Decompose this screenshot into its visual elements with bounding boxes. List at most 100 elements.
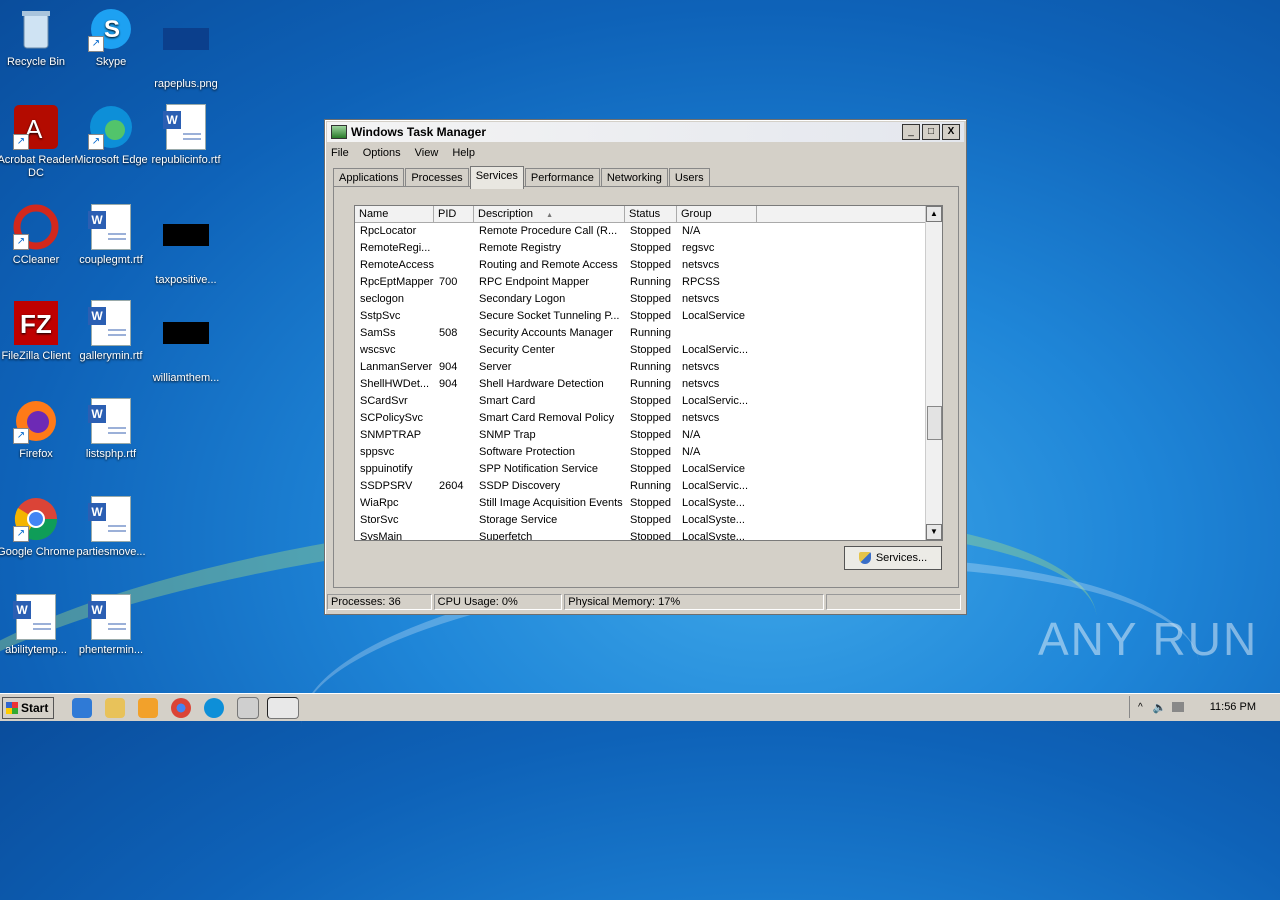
desktop-icon-listsphp[interactable]: W listsphp.rtf [72, 398, 150, 461]
menu-bar: File Options View Help [325, 144, 966, 162]
table-cell: SPP Notification Service [479, 463, 599, 475]
scroll-thumb[interactable] [927, 406, 942, 440]
desktop-icon-rapeplus[interactable]: rapeplus.png [147, 6, 225, 91]
table-row[interactable]: SSDPSRV 2604 SSDP Discovery Running LocalSer… [355, 478, 942, 495]
table-cell: Running [630, 361, 671, 373]
table-row[interactable]: SNMPTRAP SNMP Trap Stopped N/A [355, 427, 942, 444]
menu-view[interactable]: View [415, 147, 439, 159]
desktop-icon-firefox[interactable]: ↗ Firefox [0, 398, 75, 461]
shortcut-arrow-icon: ↗ [13, 428, 29, 444]
clock[interactable]: 11:56 PM [1210, 701, 1256, 713]
maximize-button[interactable]: □ [922, 124, 940, 140]
desktop-icon-acrobat[interactable]: A ↗ Acrobat Reader DC [0, 104, 75, 180]
vertical-scrollbar[interactable]: ▲ ▼ [925, 206, 942, 540]
table-cell [434, 308, 474, 325]
desktop-icon-chrome[interactable]: ↗ Google Chrome [0, 496, 75, 559]
table-cell [434, 410, 474, 427]
desktop-icon-label: partiesmove... [76, 546, 146, 558]
tab-processes[interactable]: Processes [405, 168, 469, 188]
show-hidden-icons-icon[interactable]: ^ [1138, 702, 1143, 713]
table-row[interactable]: LanmanServer 904 Server Running netsvcs [355, 359, 942, 376]
table-row[interactable]: sppuinotify SPP Notification Service Stopp… [355, 461, 942, 478]
table-row[interactable]: sppsvc Software Protection Stopped N/A [355, 444, 942, 461]
desktop-icon-republicinfo[interactable]: W republicinfo.rtf [147, 104, 225, 167]
desktop-icon-taxpositive[interactable]: taxpositive... [147, 204, 225, 287]
table-cell: Stopped [630, 514, 671, 526]
volume-icon[interactable]: 🔈 [1153, 701, 1167, 714]
table-row[interactable]: RemoteAccess Routing and Remote Access Sto… [355, 257, 942, 274]
column-header-pid[interactable]: PID [434, 206, 474, 222]
table-row[interactable]: seclogon Secondary Logon Stopped netsvcs [355, 291, 942, 308]
ccleaner-icon: ↗ [13, 204, 59, 250]
status-processes: Processes: 36 [327, 594, 432, 610]
tab-users[interactable]: Users [668, 168, 710, 188]
desktop-icon-skype[interactable]: S ↗ Skype [72, 6, 150, 69]
shortcut-arrow-icon: ↗ [13, 234, 29, 250]
table-cell [434, 427, 474, 444]
desktop-icon-ccleaner[interactable]: ↗ CCleaner [0, 204, 75, 267]
calculator-icon[interactable] [237, 696, 259, 719]
explorer-icon[interactable] [105, 697, 125, 718]
table-row[interactable]: WiaRpc Still Image Acquisition Events Stop… [355, 495, 942, 512]
task-manager-icon [331, 125, 347, 139]
edge-taskbar-icon[interactable] [204, 697, 224, 718]
desktop-icon-partiesmove[interactable]: W partiesmove... [72, 496, 150, 559]
close-button[interactable]: X [942, 124, 960, 140]
ie-icon[interactable] [72, 697, 92, 718]
desktop-icon-edge[interactable]: ↗ Microsoft Edge [72, 104, 150, 167]
column-header-group[interactable]: Group [677, 206, 757, 222]
services-list[interactable]: Name PID Description ▲ Status Group RpcL… [354, 205, 943, 541]
menu-file[interactable]: File [331, 147, 349, 159]
table-row[interactable]: RpcLocator Remote Procedure Call (R... Sto… [355, 223, 942, 240]
table-row[interactable]: SCardSvr Smart Card Stopped LocalServic... [355, 393, 942, 410]
table-cell: Stopped [630, 242, 671, 254]
desktop-icon-label: CCleaner [12, 254, 60, 266]
table-cell: StorSvc [360, 514, 399, 526]
scroll-down-icon[interactable]: ▼ [926, 524, 942, 540]
menu-options[interactable]: Options [363, 147, 401, 159]
desktop-icon-williamthem[interactable]: williamthem... [147, 300, 225, 385]
task-manager-window: Windows Task Manager _ □ X File Options … [324, 119, 967, 615]
desktop-icon-phentermin[interactable]: W phentermin... [72, 594, 150, 657]
table-row[interactable]: ShellHWDet... 904 Shell Hardware Detection… [355, 376, 942, 393]
task-manager-taskbar-button[interactable] [267, 696, 299, 719]
minimize-button[interactable]: _ [902, 124, 920, 140]
column-header-name[interactable]: Name [355, 206, 434, 222]
tab-performance[interactable]: Performance [524, 168, 600, 188]
tab-services[interactable]: Services [469, 166, 524, 189]
desktop-icon-abilitytemp[interactable]: W abilitytemp... [0, 594, 75, 657]
table-cell: ShellHWDet... [360, 378, 430, 390]
column-header-status[interactable]: Status [625, 206, 677, 222]
desktop-icon-filezilla[interactable]: FZ FileZilla Client [0, 300, 75, 363]
table-row[interactable]: SCPolicySvc Smart Card Removal Policy Stop… [355, 410, 942, 427]
services-button[interactable]: Services... [844, 546, 942, 570]
table-row[interactable]: StorSvc Storage Service Stopped LocalSyste.… [355, 512, 942, 529]
media-player-icon[interactable] [138, 697, 158, 718]
tab-networking[interactable]: Networking [600, 168, 668, 188]
scroll-up-icon[interactable]: ▲ [926, 206, 942, 222]
table-row[interactable]: RpcEptMapper 700 RPC Endpoint Mapper Runnin… [355, 274, 942, 291]
table-row[interactable]: wscsvc Security Center Stopped LocalServic.… [355, 342, 942, 359]
table-cell: Secondary Logon [479, 293, 566, 305]
black-file-icon [163, 224, 209, 270]
menu-help[interactable]: Help [452, 147, 475, 159]
title-bar[interactable]: Windows Task Manager _ □ X [327, 122, 964, 142]
desktop-icon-label: gallerymin.rtf [79, 350, 143, 362]
table-cell: SSDP Discovery [479, 480, 561, 492]
column-header-description[interactable]: Description ▲ [474, 206, 625, 222]
desktop-icon-recycle-bin[interactable]: Recycle Bin [0, 6, 75, 69]
table-row[interactable]: SysMain Superfetch Stopped LocalSyste... [355, 529, 942, 540]
chrome-taskbar-icon[interactable] [171, 697, 191, 718]
desktop-icon-couplegmt[interactable]: W couplegmt.rtf [72, 204, 150, 267]
table-cell: netsvcs [682, 293, 720, 305]
shortcut-arrow-icon: ↗ [13, 134, 29, 150]
status-empty [826, 594, 961, 610]
tab-applications[interactable]: Applications [333, 168, 405, 188]
table-cell: LocalServic... [682, 395, 749, 407]
table-row[interactable]: SstpSvc Secure Socket Tunneling P... Stopp… [355, 308, 942, 325]
table-row[interactable]: RemoteRegi... Remote Registry Stopped regsv… [355, 240, 942, 257]
desktop-icon-gallerymin[interactable]: W gallerymin.rtf [72, 300, 150, 363]
table-row[interactable]: SamSs 508 Security Accounts Manager Running [355, 325, 942, 342]
start-button[interactable]: Start [2, 696, 54, 719]
network-icon[interactable] [1172, 702, 1185, 712]
